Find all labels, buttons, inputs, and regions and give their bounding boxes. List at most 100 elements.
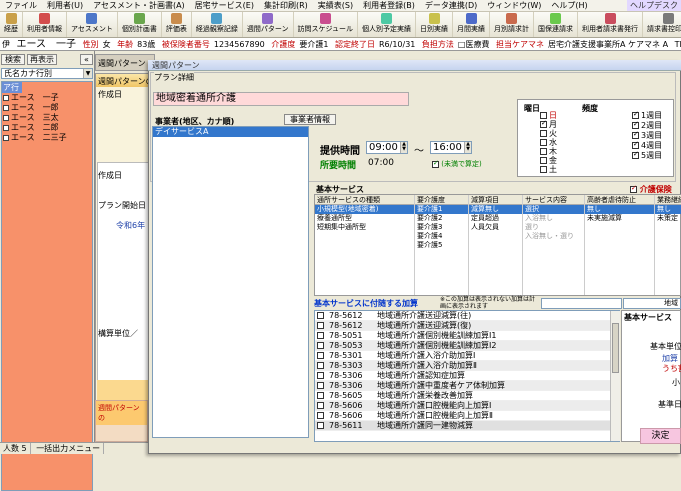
service-column[interactable]: サービス内容 選択 入浴無し 選り 入浴無し・選り	[523, 195, 585, 295]
client-list-item[interactable]: エース 二郎	[2, 123, 92, 133]
collapse-button[interactable]: «	[80, 54, 93, 65]
service-column-item[interactable]: 人員欠員	[469, 223, 522, 232]
service-column-item[interactable]: 無し	[585, 205, 654, 214]
menu-item-4[interactable]: 集計印刷(R)	[259, 0, 313, 11]
addon-checkbox[interactable]	[317, 392, 324, 399]
toolbar-button-11[interactable]: 月別請求計	[490, 12, 535, 37]
toolbar-button-2[interactable]: アセスメント	[67, 12, 118, 37]
toolbar-button-13[interactable]: 利用者請求書発行	[578, 12, 644, 37]
service-column-item[interactable]: 要介護4	[415, 232, 468, 241]
service-column-item[interactable]: 選択	[523, 205, 584, 214]
bulk-output-menu[interactable]: 一括出力メニュー	[33, 443, 105, 454]
week-checkbox[interactable]	[632, 120, 639, 129]
client-checkbox[interactable]	[3, 94, 9, 101]
start-time-input[interactable]: 09:00 ▲ ▼	[366, 141, 408, 154]
kana-group-select[interactable]: 氏名カナ行別 ▼	[1, 68, 93, 79]
service-column[interactable]: 高齢者虐待防止 無し 未実施減算	[585, 195, 655, 295]
menu-item-7[interactable]: データ連携(D)	[420, 0, 482, 11]
spinner-icon[interactable]: ▲ ▼	[464, 142, 471, 153]
service-column-item[interactable]: 要介護5	[415, 241, 468, 250]
menu-item-2[interactable]: アセスメント・計画書(A)	[88, 0, 190, 11]
addon-checkbox[interactable]	[317, 332, 324, 339]
provider-info-button[interactable]: 事業者情報	[284, 114, 336, 125]
weekday-checkbox[interactable]	[540, 112, 547, 119]
service-column-item[interactable]: 未実施減算	[585, 214, 654, 223]
service-column[interactable]: 通所サービスの種類 小規模型(地域密着) 療養通所型 短期集中通所型	[315, 195, 415, 295]
menu-item-9[interactable]: ヘルプ(H)	[546, 0, 592, 11]
service-column-item[interactable]: 小規模型(地域密着)	[315, 205, 414, 214]
service-column-item[interactable]: 要介護3	[415, 223, 468, 232]
service-column-item[interactable]: 減算無し	[469, 205, 522, 214]
addon-row[interactable]: 78-5051 地域通所介護個別機能訓練加算Ⅰ1	[315, 331, 619, 341]
addon-row[interactable]: 78-5053 地域通所介護個別機能訓練加算Ⅰ2	[315, 341, 619, 351]
weekday-option[interactable]: 土	[540, 164, 557, 175]
addon-checkbox[interactable]	[317, 352, 324, 359]
week-checkbox[interactable]	[632, 110, 639, 119]
week-option[interactable]: 5週目	[632, 150, 662, 161]
addon-row[interactable]: 78-5306 地域通所介護認知症加算	[315, 371, 619, 381]
refresh-button[interactable]: 再表示	[27, 54, 57, 65]
provider-item[interactable]: デイサービスA	[153, 127, 308, 137]
search-button[interactable]: 検索	[1, 54, 25, 65]
menu-item-1[interactable]: 利用者(U)	[42, 0, 88, 11]
toolbar-button-12[interactable]: 国保連請求	[534, 12, 579, 37]
toolbar-button-3[interactable]: 個別計画書	[118, 12, 162, 37]
toolbar-button-8[interactable]: 個人別予定実績	[358, 12, 417, 37]
addon-search-input[interactable]	[541, 298, 622, 309]
addon-checkbox[interactable]	[317, 422, 324, 429]
service-column[interactable]: 要介護度 要介護1 要介護2 要介護3 要介護4 要介護5	[415, 195, 469, 295]
addon-checkbox[interactable]	[317, 382, 324, 389]
addon-filter-input[interactable]: 地域	[623, 298, 681, 309]
addon-checkbox[interactable]	[317, 342, 324, 349]
service-column-item[interactable]: 入浴無し	[523, 214, 584, 223]
client-list-item[interactable]: エース 二三子	[2, 133, 92, 143]
client-list-item[interactable]: エース 一子	[2, 93, 92, 103]
service-column-item[interactable]: 療養通所型	[315, 214, 414, 223]
weekday-checkbox[interactable]	[540, 157, 547, 164]
service-name-field[interactable]: 地域密着通所介護	[153, 92, 409, 106]
round-checkbox[interactable]	[432, 159, 439, 168]
addon-scrollbar[interactable]	[610, 311, 620, 441]
addon-row[interactable]: 78-5606 地域通所介護口腔機能向上加算Ⅱ	[315, 411, 619, 421]
addon-list[interactable]: 78-5612 地域通所介護送迎減算(往) 78-5612 地域通所介護送迎減算(復)…	[314, 310, 620, 442]
weekday-checkbox[interactable]	[540, 119, 547, 128]
client-list[interactable]: ア行 エース 一子 エース 一郎 エース 三太 エース 二郎 エース 二三子	[1, 81, 93, 491]
menu-item-0[interactable]: ファイル	[0, 0, 42, 11]
toolbar-button-10[interactable]: 月間実績	[453, 12, 491, 37]
addon-checkbox[interactable]	[317, 412, 324, 419]
client-list-item[interactable]: エース 三太	[2, 113, 92, 123]
toolbar-button-0[interactable]: 経歴	[0, 12, 23, 37]
weekday-checkbox[interactable]	[540, 130, 547, 137]
addon-row[interactable]: 78-5612 地域通所介護送迎減算(復)	[315, 321, 619, 331]
service-column-item[interactable]: 短期集中通所型	[315, 223, 414, 232]
client-checkbox[interactable]	[3, 104, 9, 111]
menu-item-5[interactable]: 実績表(S)	[313, 0, 358, 11]
addon-checkbox[interactable]	[317, 362, 324, 369]
toolbar-button-5[interactable]: 経過観察記録	[192, 12, 243, 37]
service-column[interactable]: 減算項目 減算無し 定員超過 人員欠員	[469, 195, 523, 295]
menu-item-6[interactable]: 利用者登録(B)	[358, 0, 420, 11]
decide-button[interactable]: 決定	[640, 428, 681, 444]
client-checkbox[interactable]	[3, 124, 9, 131]
week-checkbox[interactable]	[632, 140, 639, 149]
provider-list[interactable]: デイサービスA	[152, 126, 309, 438]
addon-checkbox[interactable]	[317, 372, 324, 379]
client-list-item[interactable]: エース 一郎	[2, 103, 92, 113]
menu-item-8[interactable]: ウィンドウ(W)	[482, 0, 546, 11]
scroll-thumb[interactable]	[612, 323, 619, 373]
service-column-item[interactable]: 入浴無し・選り	[523, 232, 584, 241]
toolbar-button-14[interactable]: 請求書控印刷	[643, 12, 681, 37]
service-column-item[interactable]: 要介護1	[415, 205, 468, 214]
addon-checkbox[interactable]	[317, 402, 324, 409]
service-column-item[interactable]: 無し	[655, 205, 681, 214]
toolbar-button-9[interactable]: 日別実績	[416, 12, 454, 37]
addon-row[interactable]: 78-5306 地域通所介護中重度者ケア体制加算	[315, 381, 619, 391]
addon-checkbox[interactable]	[317, 312, 324, 319]
weekday-checkbox[interactable]	[540, 139, 547, 146]
toolbar-button-4[interactable]: 評価表	[162, 12, 192, 37]
week-checkbox[interactable]	[632, 130, 639, 139]
menu-item-3[interactable]: 居宅サービス(E)	[190, 0, 259, 11]
service-column-item[interactable]: 要介護2	[415, 214, 468, 223]
addon-row[interactable]: 78-5301 地域通所介護入浴介助加算Ⅰ	[315, 351, 619, 361]
service-column-item[interactable]: 未策定	[655, 214, 681, 223]
